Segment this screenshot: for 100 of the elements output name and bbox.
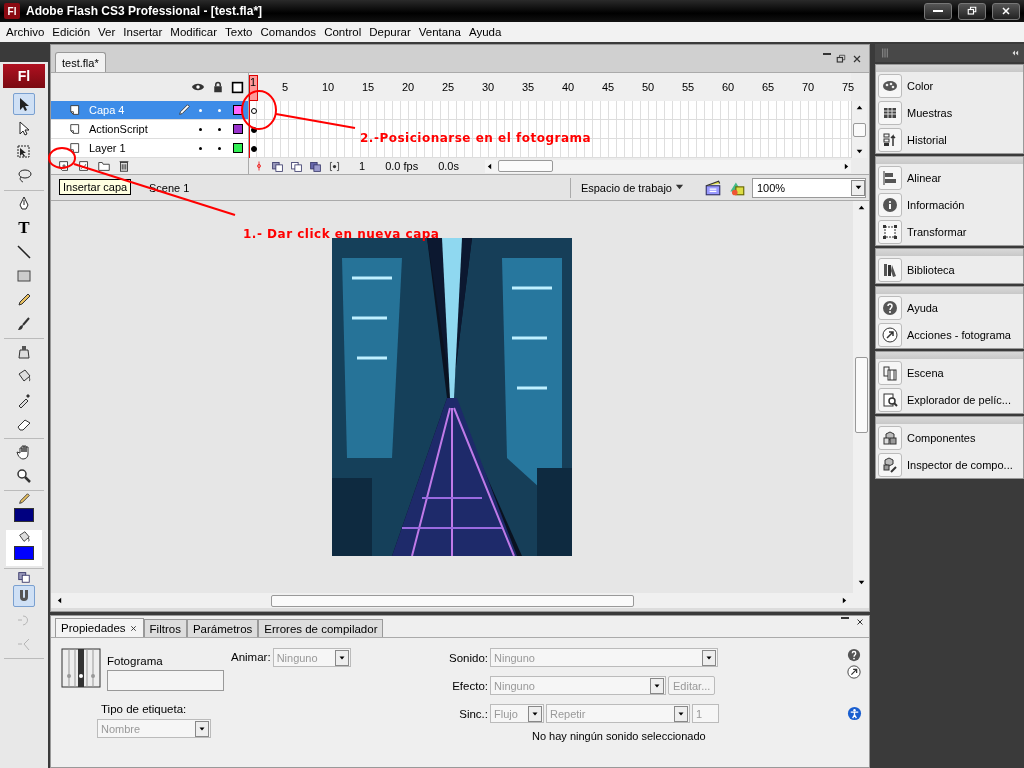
frame-name-field[interactable] — [107, 670, 224, 691]
layer-row[interactable]: Layer 1 — [51, 139, 248, 158]
scroll-thumb[interactable] — [854, 357, 868, 433]
panel-tab[interactable]: Propiedades — [55, 618, 144, 637]
panel-button[interactable] — [878, 73, 902, 98]
panel-label[interactable]: Biblioteca — [907, 263, 955, 276]
scroll-thumb[interactable] — [853, 122, 866, 137]
visibility-dot[interactable] — [199, 108, 202, 112]
blank-keyframe[interactable] — [251, 108, 257, 114]
menu-item[interactable]: Ayuda — [465, 26, 506, 38]
clapper-icon[interactable] — [704, 178, 722, 197]
workspace-menu[interactable]: Espacio de trabajo — [580, 181, 684, 194]
layer-row[interactable]: ActionScript — [51, 120, 248, 139]
panel-label[interactable]: Historial — [907, 133, 947, 146]
edit-multiple-icon[interactable] — [309, 159, 322, 173]
trash-icon[interactable] — [117, 159, 131, 173]
panel-button[interactable] — [878, 257, 902, 282]
scrollbar[interactable] — [851, 101, 867, 158]
panel-tab[interactable]: Parámetros — [186, 619, 259, 637]
app-logo: Fl — [3, 64, 45, 88]
accessibility-icon[interactable] — [846, 706, 862, 721]
restore-button[interactable] — [958, 2, 986, 20]
scrollbar[interactable] — [51, 593, 869, 608]
frame-number: 15 — [362, 81, 375, 93]
text-tool[interactable]: T — [13, 217, 35, 239]
snap-button[interactable] — [13, 585, 35, 607]
panel-button[interactable] — [878, 192, 902, 217]
panel-button[interactable] — [878, 322, 902, 347]
panel-label[interactable]: Escena — [907, 366, 944, 379]
close-button[interactable] — [992, 2, 1020, 20]
panel-button[interactable] — [878, 452, 902, 477]
lock-dot[interactable] — [218, 146, 221, 150]
scroll-thumb[interactable] — [497, 160, 553, 172]
menu-item[interactable]: Insertar — [119, 26, 167, 38]
onion-outline-icon[interactable] — [290, 159, 303, 173]
menu-item[interactable]: Edición — [48, 26, 95, 38]
new-layer-icon[interactable] — [57, 159, 71, 173]
layer-color[interactable] — [233, 124, 243, 134]
visibility-dot[interactable] — [199, 127, 202, 131]
panel-button[interactable] — [878, 127, 902, 152]
menu-item[interactable]: Modificar — [166, 26, 221, 38]
panel-label[interactable]: Alinear — [907, 171, 942, 184]
panel-label[interactable]: Acciones - fotograma — [907, 328, 1011, 341]
sync-label: Sinc.: — [458, 707, 488, 720]
menu-item[interactable]: Control — [320, 26, 366, 38]
minimize-button[interactable] — [924, 2, 952, 20]
arrow-icon[interactable] — [847, 665, 861, 679]
panel-tab[interactable]: Errores de compilador — [258, 619, 384, 637]
stroke-color-swatch[interactable] — [14, 508, 34, 522]
close-icon[interactable] — [855, 617, 865, 627]
restore-icon[interactable] — [835, 52, 847, 65]
onion-markers-icon[interactable] — [328, 159, 341, 173]
scrollbar[interactable] — [484, 159, 851, 173]
restore-icon — [966, 5, 978, 17]
down-arrow-icon — [855, 147, 864, 156]
onion-skin-icon[interactable] — [271, 159, 284, 173]
menu-item[interactable]: Ver — [94, 26, 120, 38]
keyframe[interactable] — [251, 127, 257, 133]
lock-icon[interactable] — [212, 81, 224, 93]
playhead-marker[interactable]: 1 — [249, 75, 258, 101]
visibility-dot[interactable] — [199, 146, 202, 150]
panel-label[interactable]: Ayuda — [907, 301, 938, 314]
panel-label[interactable]: Transformar — [907, 225, 967, 238]
lock-dot[interactable] — [218, 127, 221, 131]
panel-button[interactable] — [878, 165, 902, 190]
keyframe[interactable] — [251, 146, 257, 152]
help-icon[interactable] — [847, 648, 861, 662]
zoom-field[interactable]: 100% — [752, 177, 866, 198]
layer-color[interactable] — [233, 105, 243, 115]
layer-color[interactable] — [233, 143, 243, 153]
panel-label[interactable]: Muestras — [907, 106, 953, 119]
panel-button[interactable] — [878, 100, 902, 125]
panel-button[interactable] — [878, 387, 902, 412]
menu-item[interactable]: Archivo — [2, 26, 49, 38]
right-arrow-icon — [840, 596, 849, 605]
selection-tool[interactable] — [13, 93, 35, 115]
lock-dot[interactable] — [218, 108, 221, 112]
minimize-icon[interactable] — [823, 52, 831, 55]
playhead-line — [249, 101, 250, 158]
menu-item[interactable]: Texto — [221, 26, 257, 38]
document-tab[interactable]: test.fla* — [55, 52, 106, 72]
panel-button[interactable] — [878, 360, 902, 385]
panel-tab[interactable]: Filtros — [143, 619, 187, 637]
panel-button[interactable] — [878, 425, 902, 450]
panel-label[interactable]: Color — [907, 79, 934, 92]
panel-button[interactable] — [878, 295, 902, 320]
menu-item[interactable]: Comandos — [256, 26, 321, 38]
panel-label[interactable]: Información — [907, 198, 965, 211]
collapse-icon[interactable] — [1010, 48, 1020, 58]
panel-button[interactable] — [878, 219, 902, 244]
panel-label[interactable]: Componentes — [907, 431, 976, 444]
menu-item[interactable]: Depurar — [365, 26, 415, 38]
scroll-thumb[interactable] — [270, 594, 634, 607]
panel-label[interactable]: Inspector de compo... — [907, 458, 1013, 471]
menu-item[interactable]: Ventana — [414, 26, 465, 38]
motion-guide-icon[interactable] — [77, 159, 91, 173]
outline-icon[interactable] — [231, 80, 244, 94]
panel-label[interactable]: Explorador de pelíc... — [907, 393, 1011, 406]
scrollbar[interactable] — [853, 201, 869, 593]
fill-color-swatch[interactable] — [14, 546, 34, 560]
